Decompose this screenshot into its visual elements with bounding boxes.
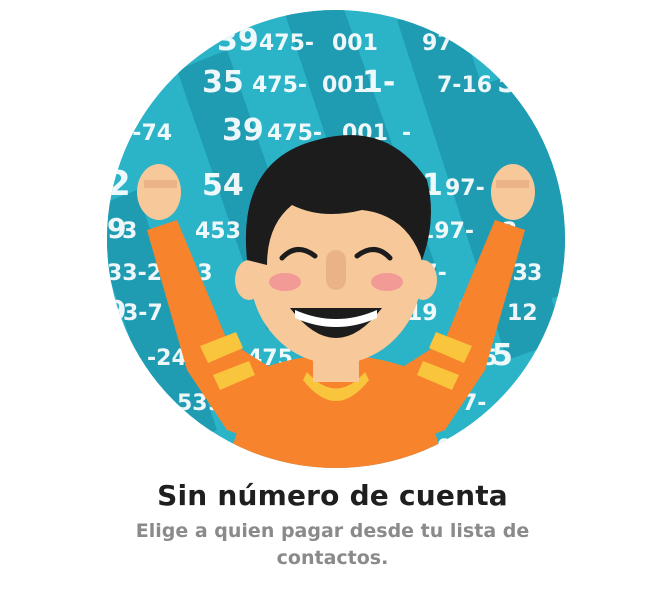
svg-text:1-: 1- <box>362 65 395 100</box>
svg-text:3-7: 3-7 <box>123 301 163 326</box>
svg-text:33-2: 33-2 <box>107 261 162 286</box>
onboarding-screen: 39 475- 001 97 35 475- 001 1- 7-16 5 0-7… <box>0 0 665 600</box>
onboarding-subtitle: Elige a quien pagar desde tu lista de co… <box>135 520 530 569</box>
svg-text:3: 3 <box>527 261 542 286</box>
svg-text:5: 5 <box>497 65 518 100</box>
svg-text:35: 35 <box>202 65 244 100</box>
onboarding-title: Sin número de cuenta <box>157 479 508 512</box>
svg-text:39: 39 <box>222 113 264 148</box>
svg-text:5: 5 <box>492 338 513 373</box>
svg-text:001: 001 <box>332 31 378 56</box>
svg-text:39: 39 <box>217 23 259 58</box>
svg-text:475-: 475- <box>259 31 314 56</box>
svg-text:97: 97 <box>422 31 453 56</box>
celebrating-person-illustration: 39 475- 001 97 35 475- 001 1- 7-16 5 0-7… <box>107 10 565 468</box>
svg-text:0-74: 0-74 <box>117 121 172 146</box>
svg-text:475-: 475- <box>252 73 307 98</box>
svg-text:7-16: 7-16 <box>437 73 492 98</box>
svg-text:-24: -24 <box>147 346 187 371</box>
svg-text:3: 3 <box>122 219 137 244</box>
svg-text:453: 453 <box>195 219 241 244</box>
svg-text:54: 54 <box>202 168 244 203</box>
svg-text:2: 2 <box>107 164 131 204</box>
svg-text:12: 12 <box>507 301 538 326</box>
svg-text:-: - <box>402 121 411 146</box>
svg-text:97-: 97- <box>445 176 485 201</box>
